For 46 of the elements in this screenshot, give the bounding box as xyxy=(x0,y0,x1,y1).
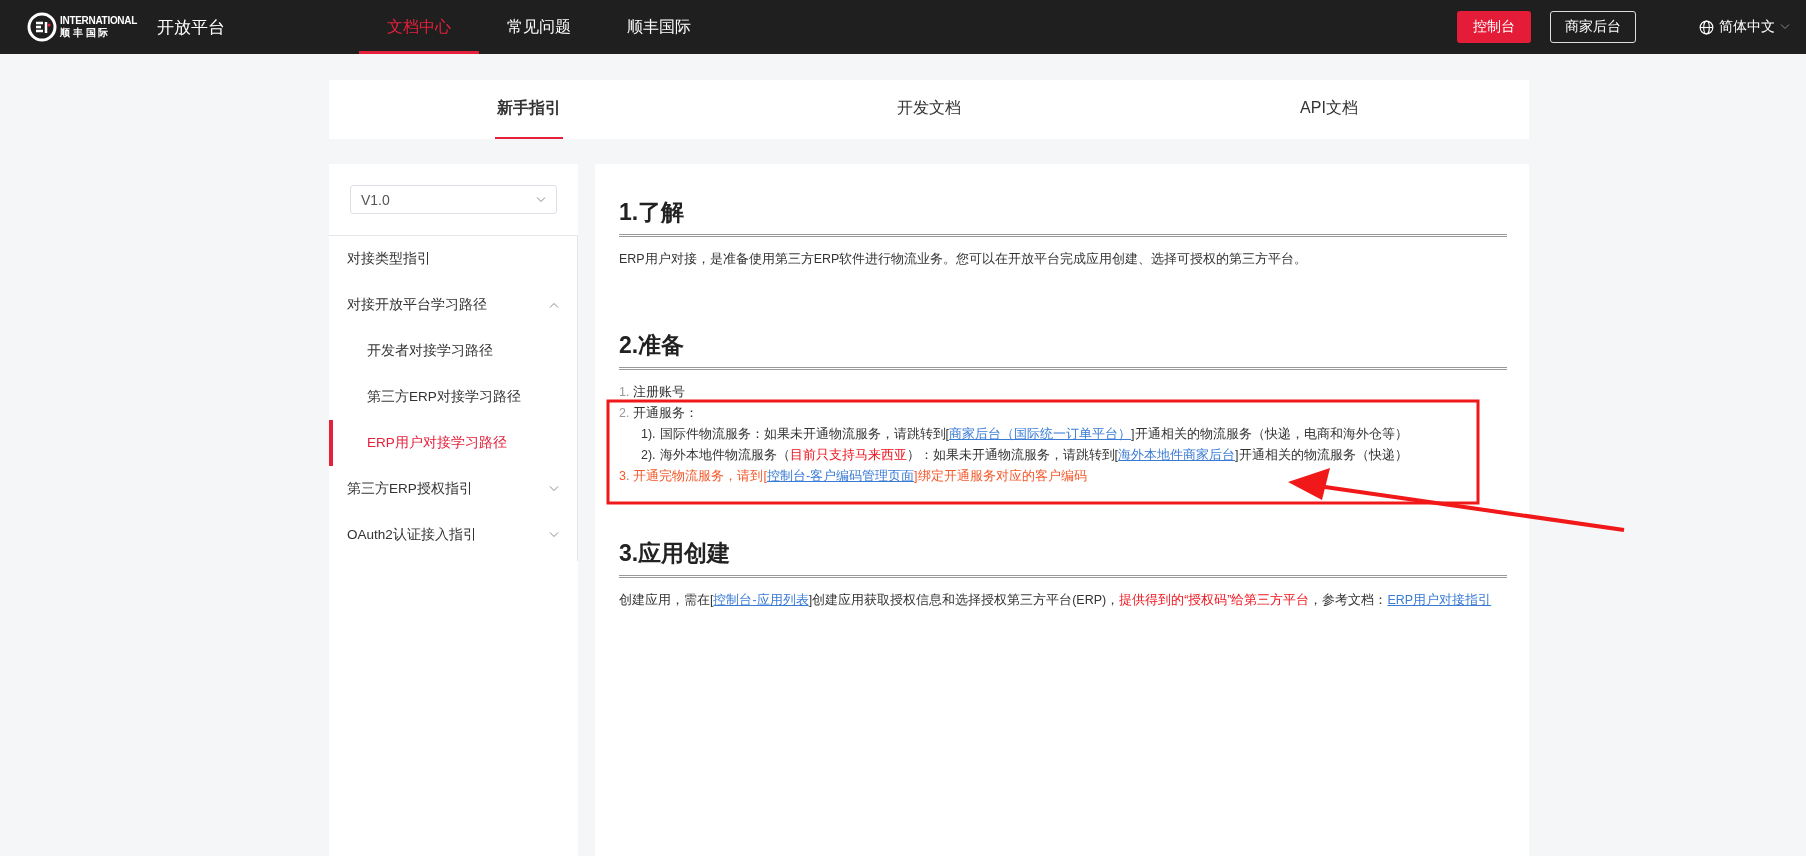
section-heading: 2.准备 xyxy=(619,330,1507,370)
list-number: 2. xyxy=(619,405,630,422)
list-number: 1). xyxy=(641,426,656,443)
site-title: 开放平台 xyxy=(157,16,226,39)
doc-tab[interactable]: 开发文档 xyxy=(895,80,963,139)
version-select[interactable]: V1.0 xyxy=(350,185,557,214)
doc-tab[interactable]: 新手指引 xyxy=(495,80,563,139)
list-number: 3. xyxy=(619,468,630,485)
text-link[interactable]: ERP用户对接指引 xyxy=(1387,593,1492,607)
sidebar-item[interactable]: 第三方ERP对接学习路径 xyxy=(329,374,577,420)
section-heading: 1.了解 xyxy=(619,197,1507,237)
list-text: 国际件物流服务：如果未开通物流服务，请跳转到[商家后台（国际统一订单平台）]开通相关的物流服务（快递，电商和海外仓等） xyxy=(659,426,1408,443)
nav-tab[interactable]: 文档中心 xyxy=(359,0,480,54)
chevron-icon xyxy=(549,486,559,492)
merchant-button[interactable]: 商家后台 xyxy=(1550,11,1636,43)
language-selector[interactable]: 简体中文 xyxy=(1719,18,1775,36)
text-link[interactable]: 控制台-应用列表 xyxy=(713,593,809,607)
logo-icon xyxy=(27,12,57,42)
sidebar-item[interactable]: OAuth2认证接入指引 xyxy=(329,512,577,558)
chevron-icon xyxy=(1780,24,1790,30)
chevron-icon xyxy=(536,196,546,203)
chevron-icon xyxy=(549,532,559,538)
logo-text: INTERNATIONAL xyxy=(60,16,138,26)
logo-subtext: 顺 丰 国 际 xyxy=(60,28,110,38)
chevron-icon xyxy=(549,302,559,308)
sidebar-item[interactable]: 开发者对接学习路径 xyxy=(329,328,577,374)
list-text: 开通服务： xyxy=(633,405,699,422)
console-button[interactable]: 控制台 xyxy=(1457,11,1531,43)
list-text: 注册账号 xyxy=(633,384,686,401)
sidebar-item[interactable]: 对接开放平台学习路径 xyxy=(329,282,577,328)
paragraph: ERP用户对接，是准备使用第三方ERP软件进行物流业务。您可以在开放平台完成应用创建、选择可授权的第三方平台。 xyxy=(619,251,1309,268)
sidebar-item[interactable]: ERP用户对接学习路径 xyxy=(329,420,577,466)
nav-tab[interactable]: 常见问题 xyxy=(479,0,600,54)
text-link[interactable]: 海外本地件商家后台 xyxy=(1118,448,1236,462)
list-text: 开通完物流服务，请到[控制台-客户编码管理页面]绑定开通服务对应的客户编码 xyxy=(633,468,1087,485)
text-link[interactable]: 商家后台（国际统一订单平台） xyxy=(949,427,1132,441)
list-number: 1. xyxy=(619,384,630,401)
sidebar-item[interactable]: 对接类型指引 xyxy=(329,236,577,282)
section-heading: 3.应用创建 xyxy=(619,538,1507,578)
list-number: 2). xyxy=(641,447,656,464)
globe-icon xyxy=(1699,19,1714,35)
nav-tab[interactable]: 顺丰国际 xyxy=(599,0,720,54)
sidebar-item[interactable]: 第三方ERP授权指引 xyxy=(329,466,577,512)
list-text: 海外本地件物流服务（目前只支持马来西亚）：如果未开通物流服务，请跳转到[海外本地件商家后台]开通相关的物流服务（快递） xyxy=(659,447,1408,464)
doc-tab[interactable]: API文档 xyxy=(1298,80,1360,139)
paragraph: 创建应用，需在[控制台-应用列表]创建应用获取授权信息和选择授权第三方平台(ERP)，提供得到的“授权码”给第三方平台，参考文档：ERP用户对接指引 xyxy=(619,592,1493,609)
